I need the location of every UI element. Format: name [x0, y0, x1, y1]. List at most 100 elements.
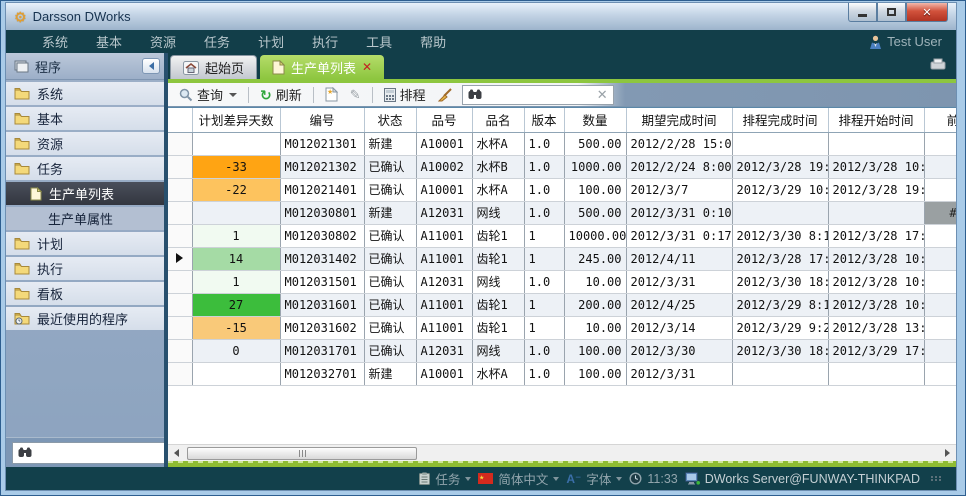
scroll-left-icon[interactable] — [168, 446, 185, 461]
table-row[interactable]: -15M012031602已确认A11001齿轮1110.002012/3/14… — [168, 316, 956, 339]
table-row[interactable]: 14M012031402已确认A11001齿轮11245.002012/4/11… — [168, 247, 956, 270]
menu-item[interactable]: 任务 — [190, 35, 244, 50]
maximize-button[interactable] — [877, 3, 906, 22]
column-header[interactable]: 品号 — [416, 108, 472, 132]
row-selector[interactable] — [168, 293, 192, 316]
task-status-item[interactable]: 任务 — [419, 469, 471, 488]
row-selector[interactable] — [168, 316, 192, 339]
cell-qty[interactable]: 500.00 — [564, 201, 626, 224]
cell-status[interactable]: 已确认 — [364, 178, 416, 201]
cell-sched_start[interactable]: 2012/3/28 10:52 — [828, 247, 924, 270]
cell-sched_start[interactable] — [828, 201, 924, 224]
sidebar-item[interactable]: 基本 — [6, 107, 164, 130]
cell-version[interactable]: 1.0 — [524, 270, 564, 293]
cell-sched_end[interactable]: 2012/3/30 18:00 — [732, 270, 828, 293]
resize-grip[interactable] — [931, 476, 942, 481]
cell-qty[interactable]: 10.00 — [564, 316, 626, 339]
scrollbar-track[interactable] — [185, 446, 939, 461]
cell-expect[interactable]: 2012/3/7 — [626, 178, 732, 201]
cell-sched_end[interactable] — [732, 132, 828, 155]
sidebar-item[interactable]: 生产单列表 — [6, 182, 164, 205]
cell-sched_end[interactable]: 2012/3/29 8:15 — [732, 293, 828, 316]
sidebar-collapse-button[interactable] — [142, 58, 160, 74]
cell-code[interactable]: M012030801 — [280, 201, 364, 224]
column-header[interactable]: 计划差异天数 — [192, 108, 280, 132]
cell-sched_end[interactable]: 2012/3/29 9:20 — [732, 316, 828, 339]
cell-qty[interactable]: 245.00 — [564, 247, 626, 270]
cell-version[interactable]: 1 — [524, 247, 564, 270]
cell-sched_start[interactable]: 2012/3/28 10:52 — [828, 270, 924, 293]
cell-sched_start[interactable]: 2012/3/28 19:10 — [828, 178, 924, 201]
cell-version[interactable]: 1.0 — [524, 178, 564, 201]
cell-sched_end[interactable]: 2012/3/28 17:13 — [732, 247, 828, 270]
cell-item_name[interactable]: 网线 — [472, 339, 524, 362]
cell-expect[interactable]: 2012/2/24 8:00 — [626, 155, 732, 178]
column-header[interactable]: 期望完成时间 — [626, 108, 732, 132]
user-badge[interactable]: Test User — [869, 34, 956, 49]
cell-extra[interactable] — [924, 247, 956, 270]
cell-code[interactable]: M012021401 — [280, 178, 364, 201]
cell-sched_start[interactable] — [828, 132, 924, 155]
cell-sched_end[interactable] — [732, 201, 828, 224]
cell-qty[interactable]: 100.00 — [564, 362, 626, 385]
cell-item_no[interactable]: A11001 — [416, 224, 472, 247]
cell-version[interactable]: 1 — [524, 293, 564, 316]
menu-item[interactable]: 计划 — [244, 35, 298, 50]
row-selector[interactable] — [168, 201, 192, 224]
cell-item_name[interactable]: 网线 — [472, 270, 524, 293]
cell-code[interactable]: M012031701 — [280, 339, 364, 362]
cell-code[interactable]: M012031501 — [280, 270, 364, 293]
cell-extra[interactable] — [924, 178, 956, 201]
cell-version[interactable]: 1.0 — [524, 201, 564, 224]
cell-item_no[interactable]: A11001 — [416, 247, 472, 270]
cell-extra[interactable] — [924, 316, 956, 339]
cell-expect[interactable]: 2012/4/11 — [626, 247, 732, 270]
cell-diff[interactable]: -22 — [192, 178, 280, 201]
menu-item[interactable]: 帮助 — [406, 35, 460, 50]
cell-sched_end[interactable]: 2012/3/30 8:15 — [732, 224, 828, 247]
cell-item_name[interactable]: 水杯A — [472, 178, 524, 201]
cell-item_name[interactable]: 水杯A — [472, 362, 524, 385]
cell-qty[interactable]: 10000.00 — [564, 224, 626, 247]
column-header[interactable]: 前 — [924, 108, 956, 132]
cell-sched_start[interactable]: 2012/3/28 10:52 — [828, 155, 924, 178]
table-row[interactable]: -33M012021302已确认A10002水杯B1.01000.002012/… — [168, 155, 956, 178]
cell-item_no[interactable]: A12031 — [416, 270, 472, 293]
sidebar-item[interactable]: 执行 — [6, 257, 164, 280]
cell-diff[interactable] — [192, 132, 280, 155]
table-row[interactable]: 1M012030802已确认A11001齿轮1110000.002012/3/3… — [168, 224, 956, 247]
schedule-button[interactable]: 排程 — [381, 83, 429, 106]
cell-item_no[interactable]: A11001 — [416, 293, 472, 316]
cell-diff[interactable]: 0 — [192, 339, 280, 362]
minimize-button[interactable] — [848, 3, 877, 22]
cell-extra[interactable] — [924, 155, 956, 178]
menu-item[interactable]: 资源 — [136, 35, 190, 50]
row-selector[interactable] — [168, 270, 192, 293]
cell-code[interactable]: M012032701 — [280, 362, 364, 385]
cell-item_no[interactable]: A10001 — [416, 362, 472, 385]
cell-status[interactable]: 新建 — [364, 132, 416, 155]
cell-status[interactable]: 已确认 — [364, 247, 416, 270]
column-header[interactable]: 数量 — [564, 108, 626, 132]
cell-item_no[interactable]: A12031 — [416, 201, 472, 224]
cell-item_name[interactable]: 水杯B — [472, 155, 524, 178]
cell-diff[interactable]: 1 — [192, 224, 280, 247]
cell-qty[interactable]: 100.00 — [564, 178, 626, 201]
clock-item[interactable]: 11:33 — [629, 472, 677, 486]
column-header[interactable]: 编号 — [280, 108, 364, 132]
cell-qty[interactable]: 500.00 — [564, 132, 626, 155]
cell-extra[interactable] — [924, 339, 956, 362]
new-button[interactable]: ★ — [322, 85, 341, 104]
cell-sched_end[interactable]: 2012/3/30 18:00 — [732, 339, 828, 362]
cell-diff[interactable]: 14 — [192, 247, 280, 270]
cell-expect[interactable]: 2012/3/30 — [626, 339, 732, 362]
cell-item_no[interactable]: A11001 — [416, 316, 472, 339]
table-row[interactable]: 0M012031701已确认A12031网线1.0100.002012/3/30… — [168, 339, 956, 362]
horizontal-scrollbar[interactable] — [168, 444, 956, 461]
table-row[interactable]: M012030801新建A12031网线1.0500.002012/3/31 0… — [168, 201, 956, 224]
cell-code[interactable]: M012031602 — [280, 316, 364, 339]
menu-item[interactable]: 系统 — [28, 35, 82, 50]
cell-extra[interactable] — [924, 270, 956, 293]
table-row[interactable]: M012032701新建A10001水杯A1.0100.002012/3/31 — [168, 362, 956, 385]
cell-status[interactable]: 已确认 — [364, 293, 416, 316]
